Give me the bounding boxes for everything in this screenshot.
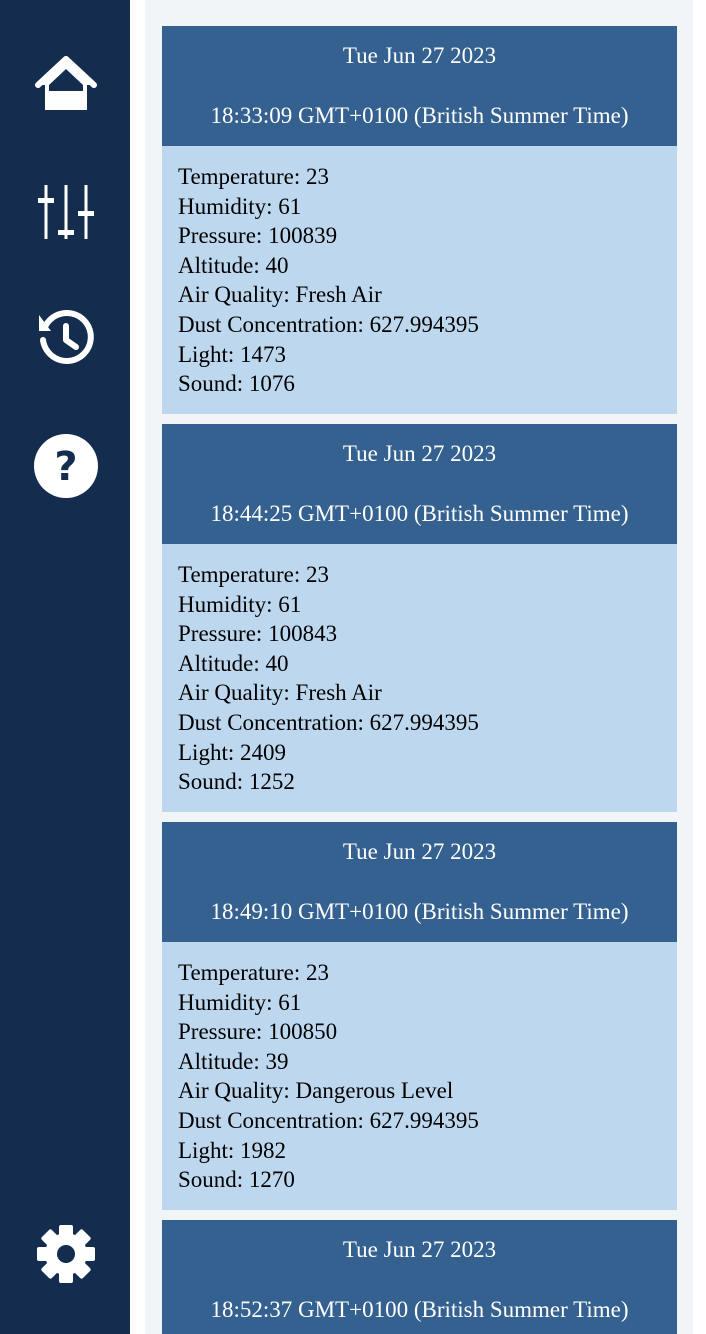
- dust-concentration-reading: Dust Concentration: 627.994395: [178, 311, 479, 337]
- history-icon[interactable]: [30, 302, 102, 374]
- air-quality-reading: Air Quality: Fresh Air: [178, 282, 382, 308]
- record-readings: Temperature: 23 Humidity: 61 Pressure: 1…: [162, 544, 677, 812]
- pressure-reading: Pressure: 100839: [178, 223, 338, 249]
- light-reading: Light: 1982: [178, 1137, 286, 1163]
- humidity-reading: Humidity: 61: [178, 193, 302, 219]
- record-header: Tue Jun 27 2023 18:44:25 GMT+0100 (Briti…: [162, 424, 677, 544]
- sliders-icon[interactable]: [30, 175, 102, 247]
- svg-text:?: ?: [54, 444, 77, 490]
- record-time: 18:33:09 GMT+0100 (British Summer Time): [210, 103, 629, 128]
- record-time: 18:52:37 GMT+0100 (British Summer Time): [210, 1297, 629, 1322]
- record-card: Tue Jun 27 2023 18:49:10 GMT+0100 (Briti…: [162, 822, 677, 1210]
- temperature-reading: Temperature: 23: [178, 164, 330, 189]
- air-quality-reading: Air Quality: Dangerous Level: [178, 1078, 454, 1104]
- humidity-reading: Humidity: 61: [178, 989, 302, 1015]
- altitude-reading: Altitude: 40: [178, 650, 289, 676]
- dust-concentration-reading: Dust Concentration: 627.994395: [178, 709, 479, 735]
- temperature-reading: Temperature: 23: [178, 960, 330, 985]
- record-time: 18:49:10 GMT+0100 (British Summer Time): [210, 899, 629, 924]
- record-date: Tue Jun 27 2023: [342, 43, 497, 68]
- gear-icon[interactable]: [30, 1218, 102, 1290]
- dust-concentration-reading: Dust Concentration: 627.994395: [178, 1107, 479, 1133]
- records-list: Tue Jun 27 2023 18:33:09 GMT+0100 (Briti…: [162, 26, 677, 1334]
- record-readings: Temperature: 23 Humidity: 61 Pressure: 1…: [162, 942, 677, 1210]
- help-icon[interactable]: ?: [30, 430, 102, 502]
- altitude-reading: Altitude: 40: [178, 252, 289, 278]
- humidity-reading: Humidity: 61: [178, 591, 302, 617]
- air-quality-reading: Air Quality: Fresh Air: [178, 680, 382, 706]
- temperature-reading: Temperature: 23: [178, 562, 330, 587]
- record-readings: Temperature: 23 Humidity: 61 Pressure: 1…: [162, 146, 677, 414]
- altitude-reading: Altitude: 39: [178, 1048, 289, 1074]
- light-reading: Light: 2409: [178, 739, 286, 765]
- light-reading: Light: 1473: [178, 341, 286, 367]
- sound-reading: Sound: 1076: [178, 371, 295, 397]
- pressure-reading: Pressure: 100850: [178, 1019, 338, 1045]
- record-date: Tue Jun 27 2023: [342, 441, 497, 466]
- record-header: Tue Jun 27 2023 18:33:09 GMT+0100 (Briti…: [162, 26, 677, 146]
- record-card: Tue Jun 27 2023 18:52:37 GMT+0100 (Briti…: [162, 1220, 677, 1334]
- records-panel[interactable]: Tue Jun 27 2023 18:33:09 GMT+0100 (Briti…: [145, 0, 693, 1334]
- pressure-reading: Pressure: 100843: [178, 621, 338, 647]
- record-time: 18:44:25 GMT+0100 (British Summer Time): [210, 501, 629, 526]
- record-header: Tue Jun 27 2023 18:52:37 GMT+0100 (Briti…: [162, 1220, 677, 1334]
- sound-reading: Sound: 1270: [178, 1167, 295, 1193]
- record-date: Tue Jun 27 2023: [342, 1237, 497, 1262]
- record-card: Tue Jun 27 2023 18:44:25 GMT+0100 (Briti…: [162, 424, 677, 812]
- sound-reading: Sound: 1252: [178, 769, 295, 795]
- record-card: Tue Jun 27 2023 18:33:09 GMT+0100 (Briti…: [162, 26, 677, 414]
- record-date: Tue Jun 27 2023: [342, 839, 497, 864]
- sidebar: ?: [0, 0, 130, 1334]
- record-header: Tue Jun 27 2023 18:49:10 GMT+0100 (Briti…: [162, 822, 677, 942]
- home-icon[interactable]: [30, 48, 102, 120]
